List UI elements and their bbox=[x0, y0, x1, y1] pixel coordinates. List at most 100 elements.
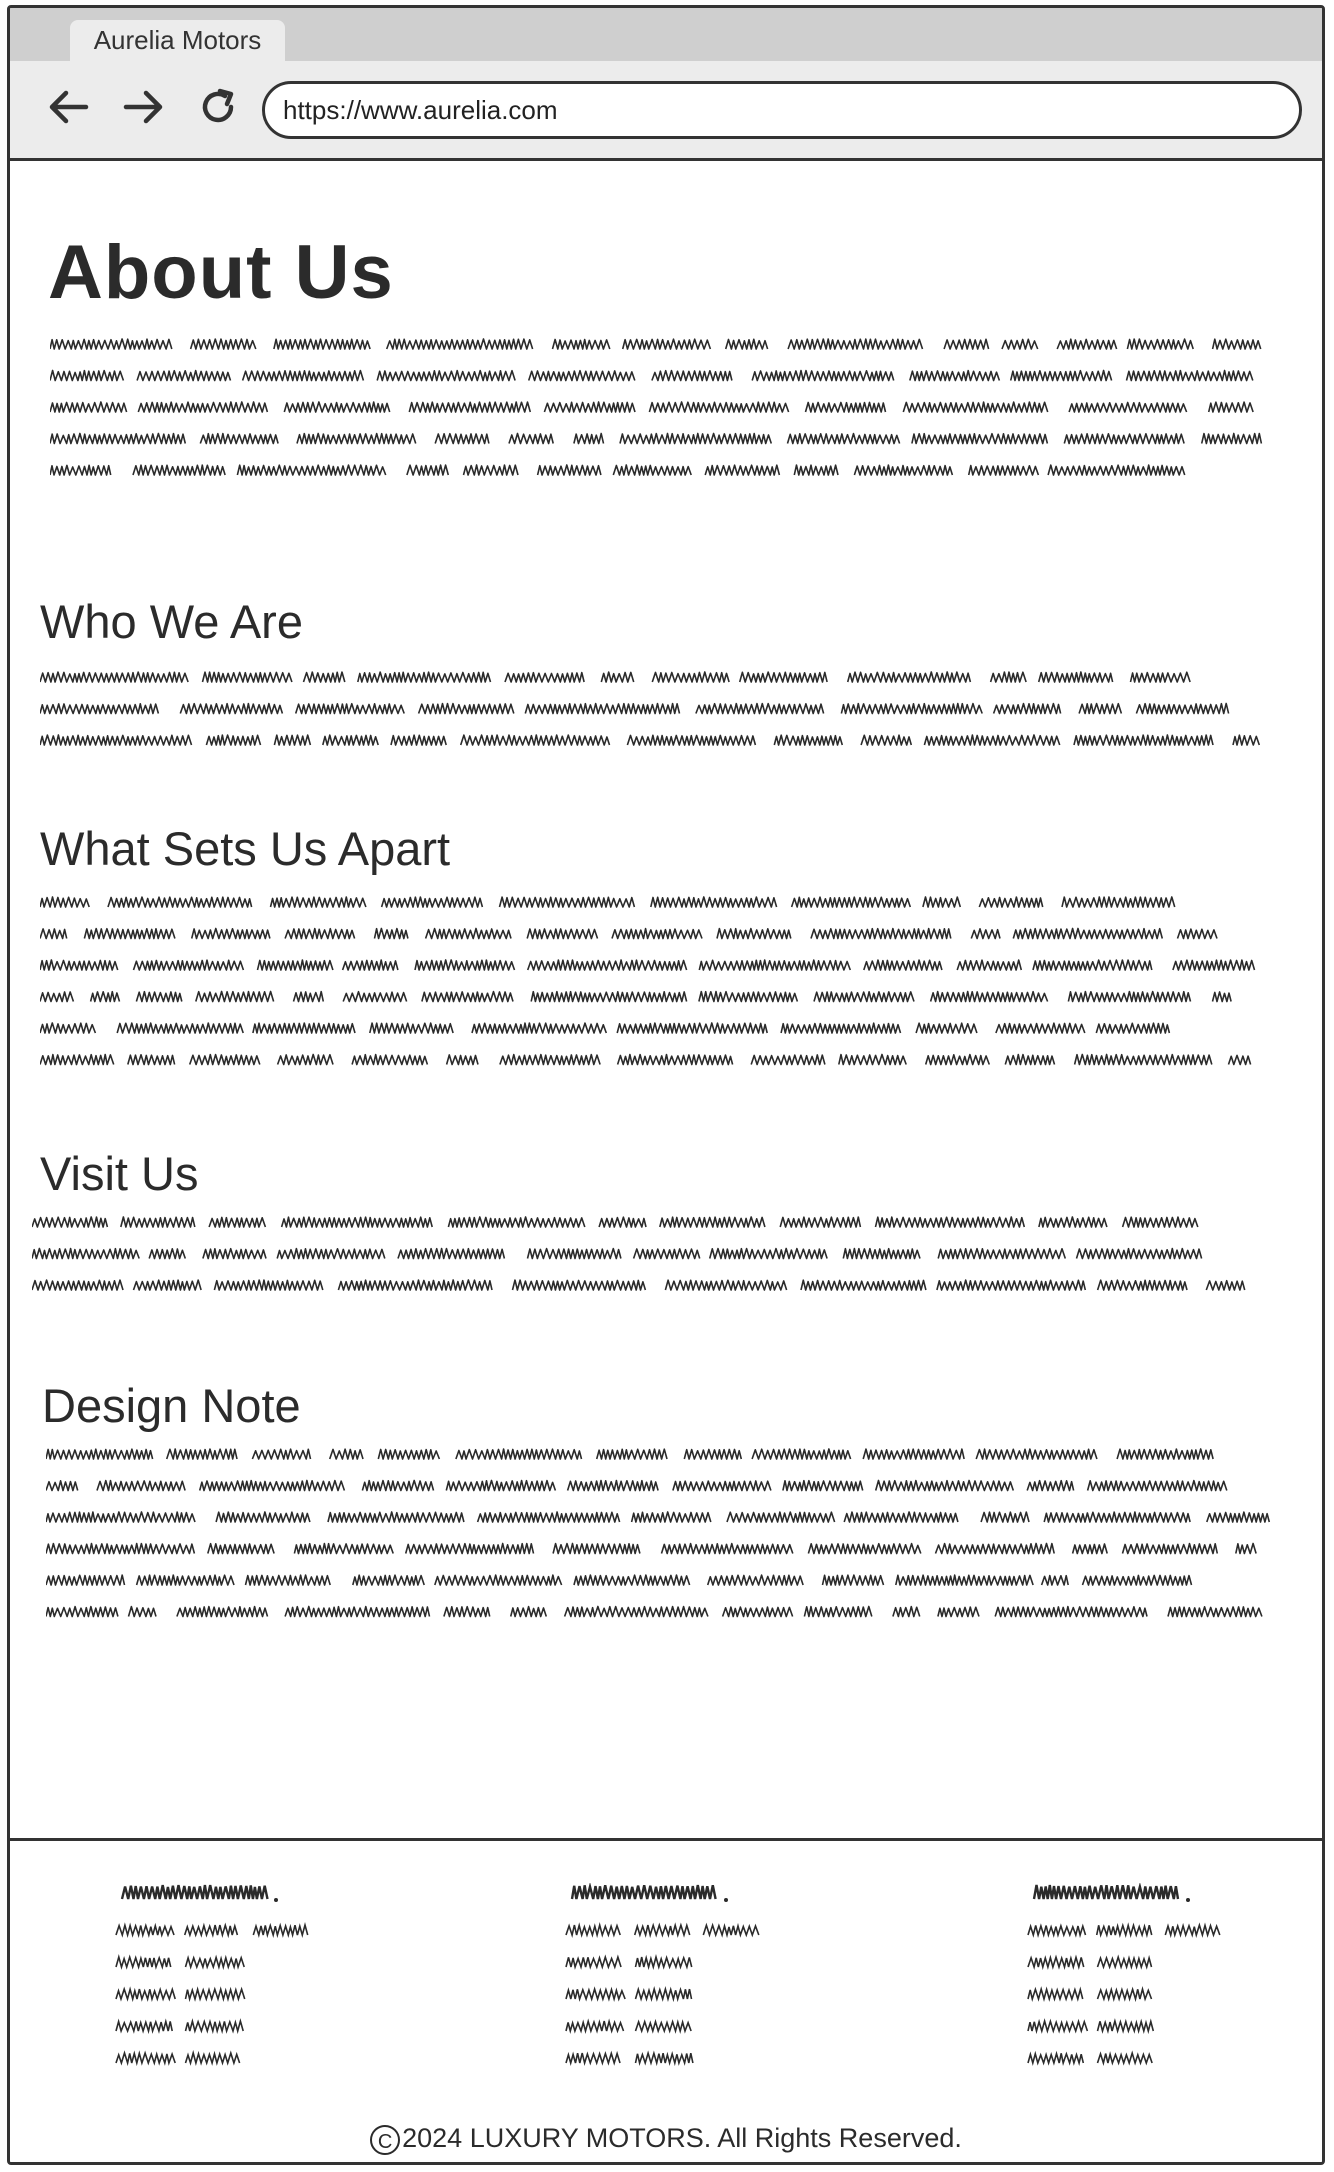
placeholder-word bbox=[40, 703, 160, 715]
browser-toolbar: https://www.aurelia.com bbox=[10, 61, 1322, 161]
placeholder-word bbox=[970, 928, 1001, 940]
forward-button[interactable] bbox=[122, 87, 166, 131]
placeholder-link[interactable] bbox=[183, 1922, 239, 1939]
placeholder-word bbox=[672, 1480, 772, 1492]
placeholder-link[interactable] bbox=[115, 2050, 176, 2067]
placeholder-word bbox=[863, 959, 943, 971]
placeholder-word bbox=[698, 959, 852, 971]
placeholder-word bbox=[1073, 734, 1214, 746]
placeholder-link[interactable] bbox=[565, 1921, 621, 1939]
placeholder-word bbox=[698, 990, 799, 1003]
placeholder-word bbox=[1009, 369, 1113, 382]
placeholder-link[interactable] bbox=[1027, 2018, 1089, 2035]
placeholder-link[interactable] bbox=[565, 1954, 622, 1970]
placeholder-word bbox=[779, 1216, 862, 1228]
placeholder-link[interactable] bbox=[1164, 1922, 1221, 1939]
placeholder-word bbox=[780, 1022, 902, 1034]
placeholder-link[interactable] bbox=[184, 2018, 244, 2035]
placeholder-link[interactable] bbox=[565, 1986, 626, 2003]
browser-tab[interactable]: Aurelia Motors bbox=[70, 20, 285, 61]
placeholder-word bbox=[424, 927, 512, 940]
placeholder-word bbox=[252, 1022, 356, 1034]
placeholder-word bbox=[937, 1606, 980, 1618]
placeholder-word bbox=[284, 927, 356, 940]
placeholder-link[interactable] bbox=[115, 1922, 175, 1939]
placeholder-link[interactable] bbox=[1096, 1954, 1153, 1970]
placeholder-link[interactable] bbox=[1096, 1985, 1153, 2003]
placeholder-link[interactable] bbox=[184, 1954, 245, 1971]
placeholder-link[interactable] bbox=[565, 2050, 621, 2067]
placeholder-link[interactable] bbox=[252, 1922, 309, 1939]
placeholder-word bbox=[924, 1053, 991, 1066]
who-we-are-paragraph bbox=[40, 666, 1270, 771]
placeholder-link[interactable] bbox=[565, 2018, 625, 2035]
placeholder-word bbox=[650, 896, 778, 908]
placeholder-word bbox=[621, 338, 712, 350]
placeholder-word bbox=[132, 1279, 202, 1291]
placeholder-link[interactable] bbox=[115, 2018, 173, 2035]
placeholder-word bbox=[408, 401, 532, 413]
placeholder-word bbox=[1167, 1606, 1263, 1618]
placeholder-word bbox=[50, 369, 125, 382]
placeholder-word bbox=[543, 401, 636, 413]
placeholder-link[interactable] bbox=[1027, 1954, 1085, 1971]
placeholder-word bbox=[980, 1511, 1030, 1523]
placeholder-link[interactable] bbox=[634, 2018, 692, 2035]
placeholder-word bbox=[292, 990, 325, 1003]
placeholder-link[interactable] bbox=[1027, 1923, 1087, 1939]
placeholder-link[interactable] bbox=[634, 1986, 693, 2003]
arrow-left-icon bbox=[46, 87, 90, 132]
placeholder-dot bbox=[1186, 1898, 1190, 1902]
placeholder-link[interactable] bbox=[184, 2049, 241, 2067]
placeholder-word bbox=[721, 1606, 794, 1618]
tab-strip: Aurelia Motors bbox=[10, 8, 1322, 61]
placeholder-link[interactable] bbox=[1027, 2050, 1085, 2067]
placeholder-word bbox=[803, 1605, 873, 1618]
placeholder-word bbox=[322, 734, 379, 746]
placeholder-dot bbox=[724, 1898, 728, 1902]
address-bar[interactable]: https://www.aurelia.com bbox=[262, 81, 1302, 139]
placeholder-word bbox=[1001, 338, 1039, 350]
placeholder-word bbox=[800, 1279, 927, 1291]
reload-button[interactable] bbox=[196, 87, 240, 131]
placeholder-word bbox=[651, 671, 730, 683]
placeholder-word bbox=[1075, 1247, 1203, 1260]
placeholder-word bbox=[787, 338, 924, 350]
placeholder-link[interactable] bbox=[115, 1986, 176, 2003]
placeholder-word bbox=[1235, 1542, 1257, 1555]
placeholder-link[interactable] bbox=[1027, 1986, 1084, 2003]
placeholder-word bbox=[659, 1216, 766, 1228]
placeholder-word bbox=[716, 927, 792, 940]
placeholder-word bbox=[1037, 671, 1114, 683]
placeholder-word bbox=[612, 464, 692, 476]
placeholder-word bbox=[860, 734, 913, 746]
placeholder-link[interactable] bbox=[1096, 2018, 1155, 2035]
placeholder-word bbox=[1205, 1279, 1246, 1291]
placeholder-word bbox=[1040, 1574, 1069, 1586]
placeholder-word bbox=[706, 1574, 804, 1586]
placeholder-word bbox=[1129, 671, 1191, 683]
placeholder-link[interactable] bbox=[184, 1986, 246, 2003]
placeholder-word bbox=[135, 990, 183, 1003]
placeholder-word bbox=[846, 671, 972, 683]
placeholder-link[interactable] bbox=[702, 1922, 760, 1939]
placeholder-word bbox=[499, 1053, 601, 1066]
placeholder-word bbox=[357, 671, 492, 683]
placeholder-word bbox=[1073, 1053, 1213, 1066]
placeholder-word bbox=[116, 1022, 244, 1034]
placeholder-word bbox=[595, 1448, 668, 1460]
placeholder-word bbox=[793, 464, 839, 476]
placeholder-word bbox=[632, 1248, 701, 1260]
placeholder-word bbox=[132, 959, 245, 971]
placeholder-word bbox=[511, 1279, 647, 1291]
placeholder-word bbox=[1121, 1216, 1199, 1228]
section-heading-who-we-are: Who We Are bbox=[40, 595, 303, 648]
placeholder-link[interactable] bbox=[634, 2050, 694, 2067]
back-button[interactable] bbox=[46, 87, 90, 131]
placeholder-link[interactable] bbox=[634, 1953, 693, 1971]
placeholder-link[interactable] bbox=[115, 1953, 172, 1970]
placeholder-word bbox=[107, 896, 253, 908]
placeholder-link[interactable] bbox=[633, 1922, 691, 1939]
placeholder-link[interactable] bbox=[1095, 1922, 1153, 1939]
placeholder-link[interactable] bbox=[1096, 2050, 1153, 2066]
